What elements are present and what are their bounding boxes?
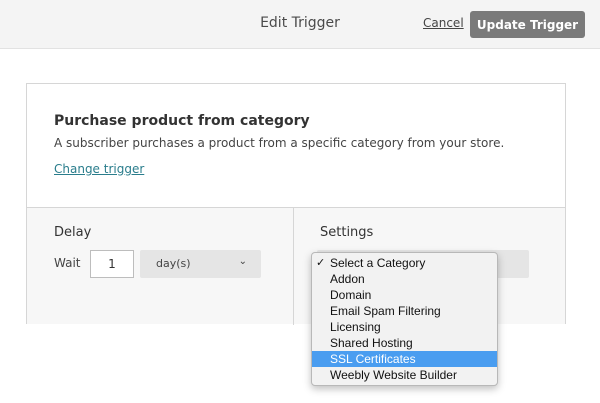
category-option[interactable]: ✓ Select a Category bbox=[312, 255, 497, 271]
chevron-down-icon: ⌄ bbox=[238, 256, 247, 267]
wait-amount-input[interactable] bbox=[90, 250, 134, 278]
update-trigger-button[interactable]: Update Trigger bbox=[470, 11, 585, 38]
category-dropdown[interactable]: ✓ Select a Category Addon Domain Email S… bbox=[311, 252, 498, 386]
trigger-title: Purchase product from category bbox=[54, 113, 310, 129]
change-trigger-link[interactable]: Change trigger bbox=[54, 162, 144, 176]
trigger-description: A subscriber purchases a product from a … bbox=[54, 136, 505, 150]
category-option[interactable]: Licensing bbox=[312, 319, 497, 335]
category-option[interactable]: Domain bbox=[312, 287, 497, 303]
top-bar: Edit Trigger Cancel Update Trigger bbox=[0, 0, 600, 49]
category-option[interactable]: Addon bbox=[312, 271, 497, 287]
delay-heading: Delay bbox=[54, 225, 92, 240]
panel-divider bbox=[293, 208, 294, 325]
category-option-highlighted[interactable]: SSL Certificates bbox=[312, 351, 497, 367]
wait-label: Wait bbox=[54, 256, 81, 270]
category-option[interactable]: Email Spam Filtering bbox=[312, 303, 497, 319]
category-option[interactable]: Shared Hosting bbox=[312, 335, 497, 351]
category-option[interactable]: Weebly Website Builder bbox=[312, 367, 497, 383]
delay-unit-select[interactable]: day(s) ⌄ bbox=[140, 250, 261, 278]
delay-unit-value: day(s) bbox=[156, 257, 191, 270]
cancel-link[interactable]: Cancel bbox=[423, 16, 464, 30]
checkmark-icon: ✓ bbox=[316, 257, 326, 269]
settings-heading: Settings bbox=[320, 225, 374, 240]
